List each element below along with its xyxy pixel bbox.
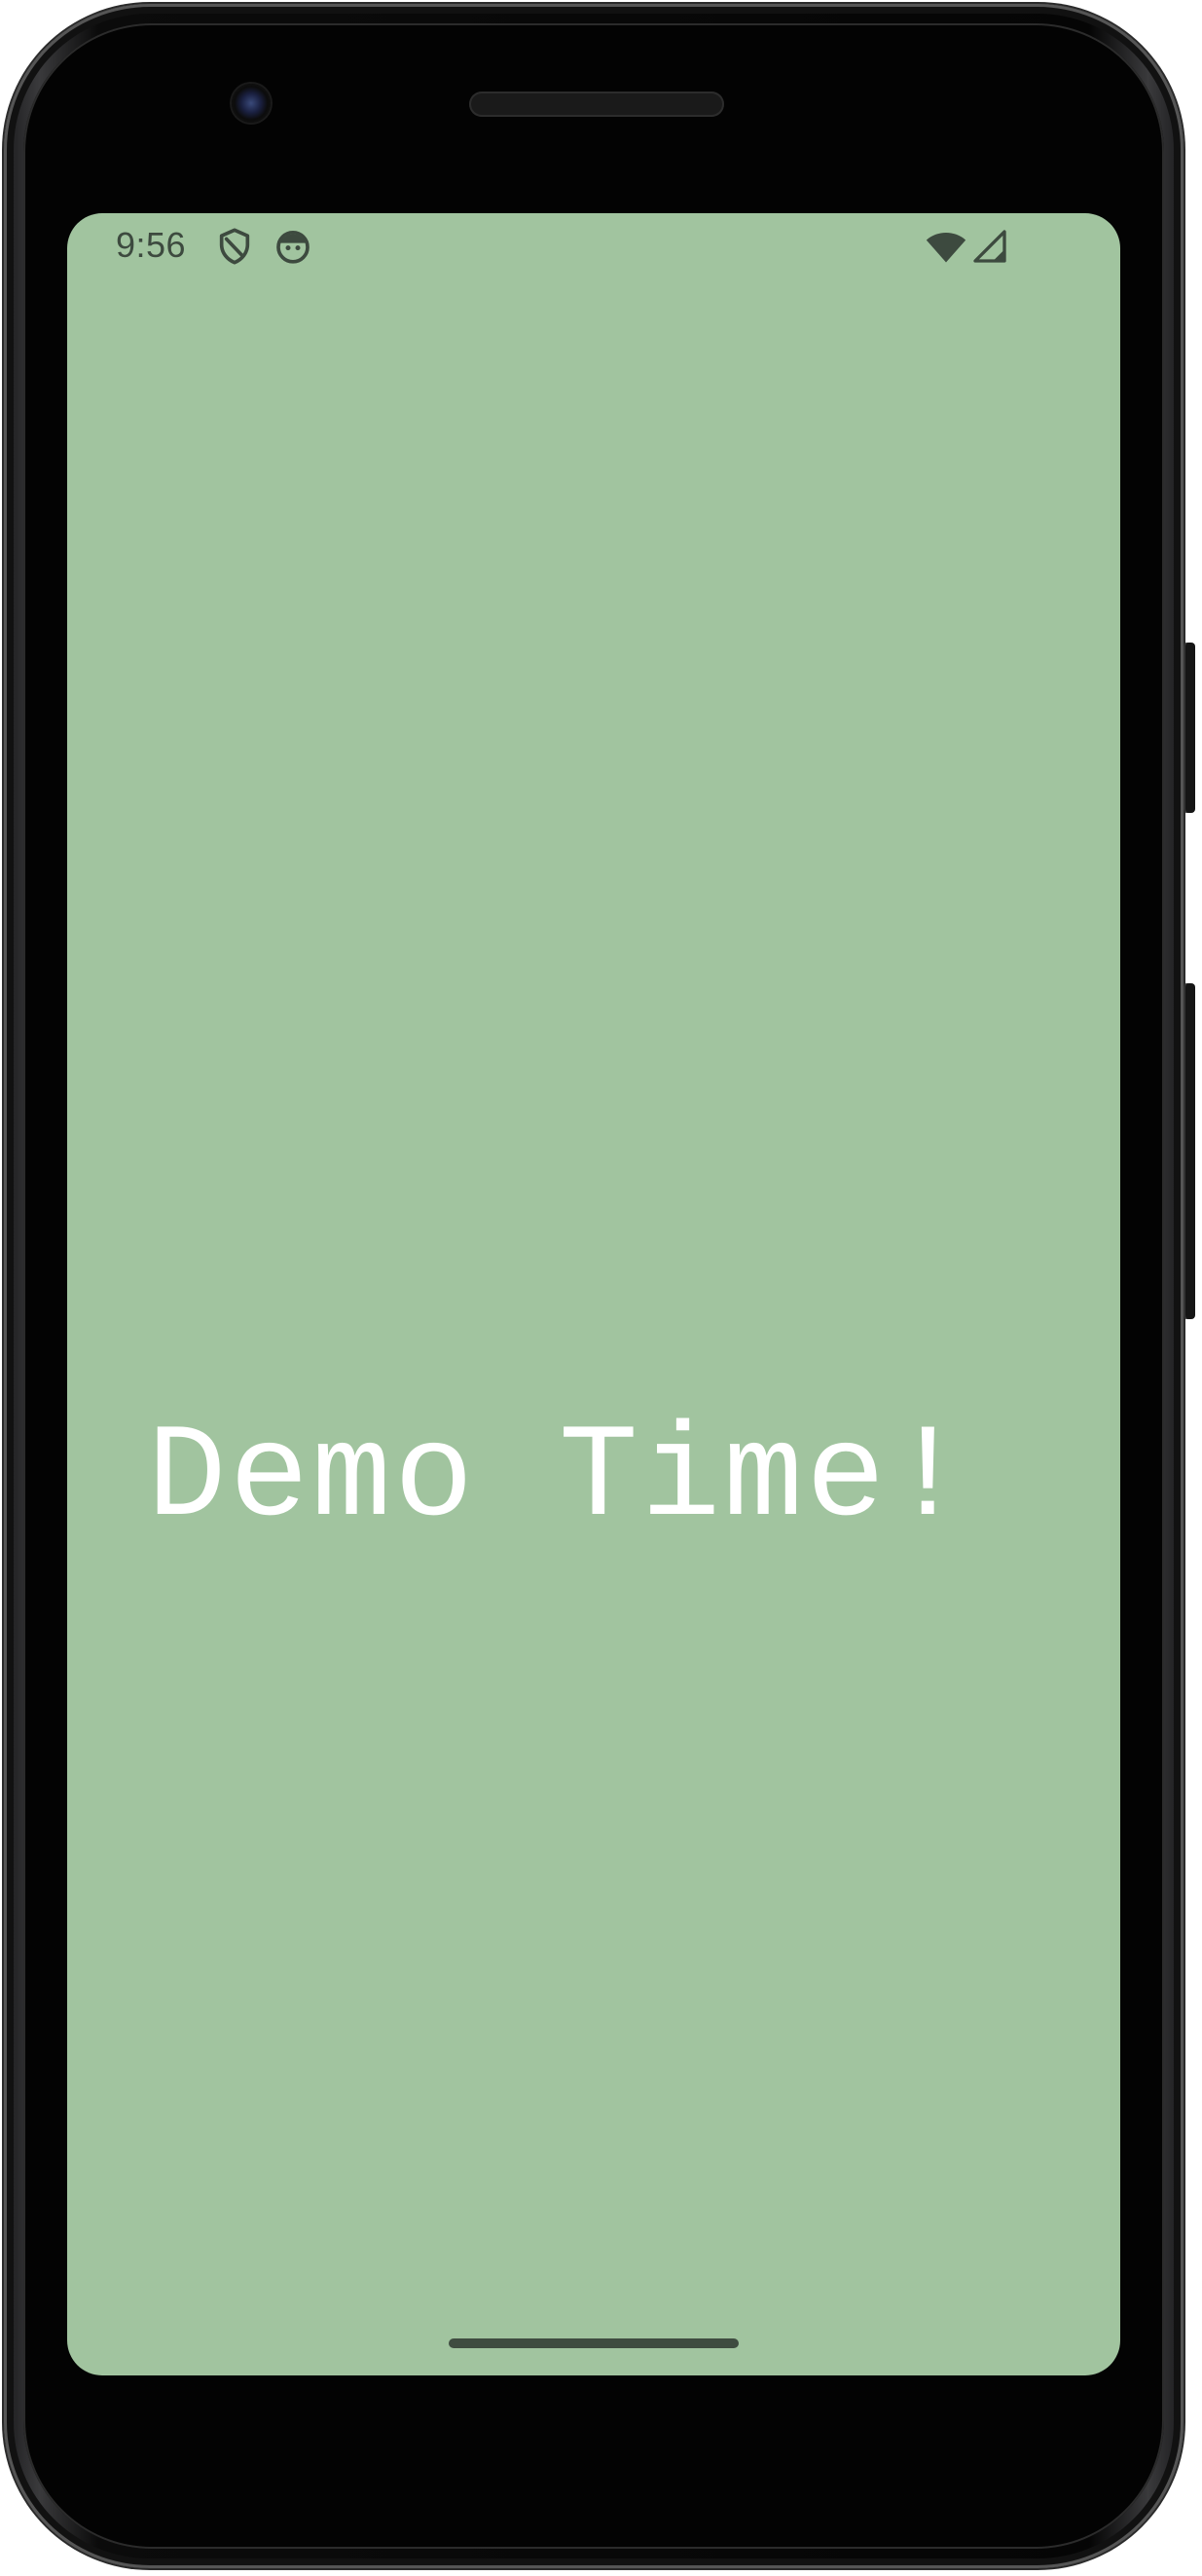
power-button <box>1184 643 1195 813</box>
cellular-signal-icon <box>970 227 1009 266</box>
headline-text: Demo Time! <box>147 1404 971 1554</box>
front-camera <box>232 84 271 123</box>
status-bar: 9:56 <box>67 213 1120 281</box>
home-gesture-handle[interactable] <box>449 2338 739 2348</box>
wifi-icon <box>924 225 968 268</box>
app-screen: Demo Time! 9:56 <box>67 213 1120 2375</box>
volume-rocker <box>1184 983 1195 1319</box>
shield-icon <box>215 227 254 266</box>
face-icon <box>273 227 312 266</box>
earpiece-speaker <box>469 92 724 117</box>
status-time: 9:56 <box>116 225 187 265</box>
app-content: Demo Time! <box>67 213 1120 2375</box>
